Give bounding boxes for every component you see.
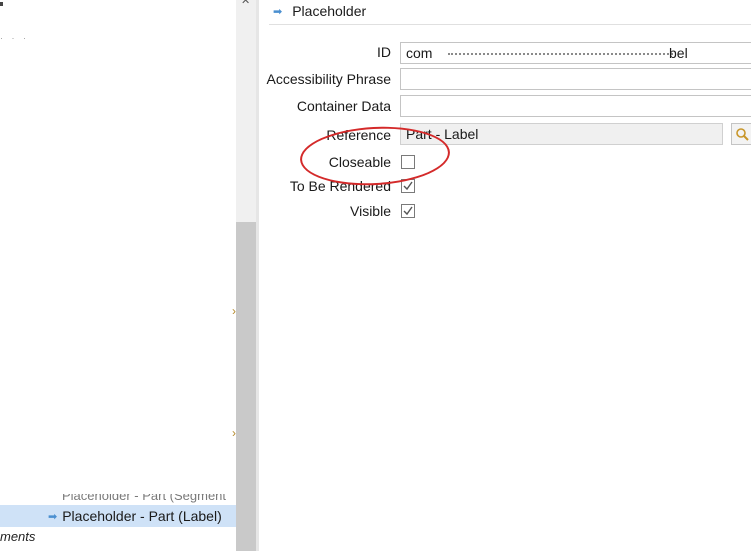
container-data-field[interactable] — [400, 95, 751, 117]
accessibility-phrase-field[interactable] — [400, 68, 751, 90]
id-label: ID — [377, 44, 391, 60]
reference-label: Reference — [326, 127, 391, 143]
arrow-right-icon: ➡ — [48, 510, 58, 523]
properties-pane: ➡ Placeholder ID com bel Accessibility P… — [259, 0, 751, 551]
check-icon — [403, 206, 413, 216]
tree-row-selected[interactable]: ➡ Placeholder - Part (Label) — [0, 505, 236, 527]
scrollbar-thumb[interactable] — [236, 222, 256, 551]
tree-row-partial-label: Placeholder - Part (Segment — [62, 488, 227, 503]
arrow-right-icon: ➡ — [273, 5, 283, 18]
id-field[interactable]: com bel — [400, 42, 751, 64]
search-icon — [736, 128, 749, 141]
closeable-checkbox[interactable] — [401, 155, 415, 169]
id-value-end: bel — [669, 45, 688, 61]
closeable-label: Closeable — [328, 154, 391, 170]
to-be-rendered-checkbox[interactable] — [401, 179, 415, 193]
accessibility-phrase-label: Accessibility Phrase — [266, 71, 392, 87]
tree-row-selected-label: Placeholder - Part (Label) — [62, 508, 222, 524]
id-value-obscured — [448, 53, 673, 58]
model-tree: · · · Placeholder - Part (Segment t ➡ Pl… — [0, 0, 236, 551]
tree-corner-mark — [0, 2, 3, 6]
tree-row-partial[interactable]: Placeholder - Part (Segment t — [62, 488, 227, 503]
reference-field[interactable]: Part - Label — [400, 123, 723, 145]
to-be-rendered-label: To Be Rendered — [289, 178, 391, 194]
section-title: Placeholder — [292, 3, 367, 19]
section-divider — [269, 24, 751, 25]
tree-row-bottom[interactable]: ments — [0, 529, 35, 544]
check-icon — [403, 181, 413, 191]
tree-scrollbar[interactable]: ✕ — [236, 0, 256, 551]
reference-search-button[interactable] — [731, 123, 751, 145]
id-value-start: com — [406, 45, 433, 61]
close-icon[interactable]: ✕ — [241, 0, 250, 7]
tree-row-bottom-label: ments — [0, 529, 36, 544]
visible-label: Visible — [350, 203, 391, 219]
container-data-label: Container Data — [296, 98, 391, 114]
tree-faint-row: · · · — [0, 33, 29, 43]
visible-checkbox[interactable] — [401, 204, 415, 218]
section-header: ➡ Placeholder — [273, 1, 366, 21]
